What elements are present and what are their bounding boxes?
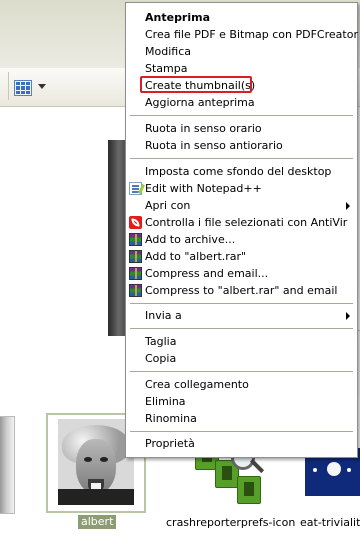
context-menu: Anteprima Crea file PDF e Bitmap con PDF… bbox=[125, 2, 358, 458]
menu-item-label: Add to archive... bbox=[145, 233, 236, 246]
menu-item-proprieta[interactable]: Proprietà bbox=[127, 435, 356, 452]
antivir-icon bbox=[129, 216, 142, 229]
file-label-albert[interactable]: albert bbox=[78, 515, 117, 529]
menu-item-rinomina[interactable]: Rinomina bbox=[127, 410, 356, 427]
submenu-arrow-icon bbox=[346, 312, 350, 320]
menu-item-add-to-archive[interactable]: Add to archive... bbox=[127, 231, 356, 248]
menu-item-notepad-plus-plus[interactable]: Edit with Notepad++ bbox=[127, 180, 356, 197]
menu-item-compress-to-albert-rar-email[interactable]: Compress to "albert.rar" and email bbox=[127, 282, 356, 299]
submenu-arrow-icon bbox=[346, 202, 350, 210]
menu-item-label: Stampa bbox=[145, 62, 188, 75]
menu-item-label: Add to "albert.rar" bbox=[145, 250, 247, 263]
winrar-icon bbox=[129, 250, 142, 263]
menu-item-label: Crea file PDF e Bitmap con PDFCreator bbox=[145, 28, 358, 41]
menu-item-antivir[interactable]: Controlla i file selezionati con AntiVir bbox=[127, 214, 356, 231]
menu-item-modifica[interactable]: Modifica bbox=[127, 43, 356, 60]
menu-item-label: Anteprima bbox=[145, 11, 211, 24]
notepad-plus-plus-icon bbox=[129, 182, 142, 195]
winrar-icon bbox=[129, 267, 142, 280]
menu-item-label: Aggiorna anteprima bbox=[145, 96, 255, 109]
menu-item-label: Compress and email... bbox=[145, 267, 269, 280]
menu-item-stampa[interactable]: Stampa bbox=[127, 60, 356, 77]
menu-item-ruota-orario[interactable]: Ruota in senso orario bbox=[127, 120, 356, 137]
menu-item-anteprima[interactable]: Anteprima bbox=[127, 9, 356, 26]
menu-item-ruota-antiorario[interactable]: Ruota in senso antiorario bbox=[127, 137, 356, 154]
menu-item-label: Controlla i file selezionati con AntiVir bbox=[145, 216, 348, 229]
menu-item-apri-con[interactable]: Apri con bbox=[127, 197, 356, 214]
menu-item-elimina[interactable]: Elimina bbox=[127, 393, 356, 410]
menu-item-copia[interactable]: Copia bbox=[127, 350, 356, 367]
winrar-icon bbox=[129, 233, 142, 246]
toolbar-separator bbox=[8, 72, 9, 100]
menu-item-label: Elimina bbox=[145, 395, 186, 408]
menu-item-pdfcreator[interactable]: Crea file PDF e Bitmap con PDFCreator bbox=[127, 26, 358, 43]
menu-item-invia-a[interactable]: Invia a bbox=[127, 307, 356, 324]
menu-item-label: Crea collegamento bbox=[145, 378, 249, 391]
menu-item-sfondo-desktop[interactable]: Imposta come sfondo del desktop bbox=[127, 163, 356, 180]
file-label-eat-triviality[interactable]: eat-triviality- bbox=[300, 516, 360, 529]
menu-item-label: Apri con bbox=[145, 199, 191, 212]
menu-item-label: Compress to "albert.rar" and email bbox=[145, 284, 338, 297]
menu-item-label: Ruota in senso antiorario bbox=[145, 139, 283, 152]
menu-item-label: Proprietà bbox=[145, 437, 195, 450]
menu-separator bbox=[130, 158, 353, 159]
menu-separator bbox=[130, 371, 353, 372]
menu-item-label: Imposta come sfondo del desktop bbox=[145, 165, 332, 178]
dropdown-arrow-icon bbox=[38, 84, 46, 89]
menu-item-taglia[interactable]: Taglia bbox=[127, 333, 356, 350]
file-label-crashreporterprefs[interactable]: crashreporterprefs-icon bbox=[166, 516, 295, 529]
menu-item-label: Ruota in senso orario bbox=[145, 122, 262, 135]
menu-item-crea-collegamento[interactable]: Crea collegamento bbox=[127, 376, 356, 393]
highlight-annotation-box bbox=[140, 76, 252, 93]
menu-separator bbox=[130, 303, 353, 304]
menu-item-label: Rinomina bbox=[145, 412, 197, 425]
menu-item-label: Modifica bbox=[145, 45, 191, 58]
chip-icon bbox=[237, 476, 261, 504]
menu-item-aggiorna-anteprima[interactable]: Aggiorna anteprima bbox=[127, 94, 356, 111]
albert-photo-image bbox=[58, 419, 134, 505]
winrar-icon bbox=[129, 284, 142, 297]
views-grid-icon bbox=[14, 80, 32, 96]
menu-item-add-to-albert-rar[interactable]: Add to "albert.rar" bbox=[127, 248, 356, 265]
menu-item-compress-and-email[interactable]: Compress and email... bbox=[127, 265, 356, 282]
menu-separator bbox=[130, 328, 353, 329]
menu-item-label: Taglia bbox=[145, 335, 177, 348]
menu-item-label: Invia a bbox=[145, 309, 182, 322]
menu-separator bbox=[130, 431, 353, 432]
menu-item-label: Copia bbox=[145, 352, 177, 365]
menu-separator bbox=[130, 115, 353, 116]
file-thumbnail-partial[interactable] bbox=[0, 416, 15, 514]
menu-item-label: Edit with Notepad++ bbox=[145, 182, 262, 195]
views-button[interactable] bbox=[14, 80, 48, 98]
